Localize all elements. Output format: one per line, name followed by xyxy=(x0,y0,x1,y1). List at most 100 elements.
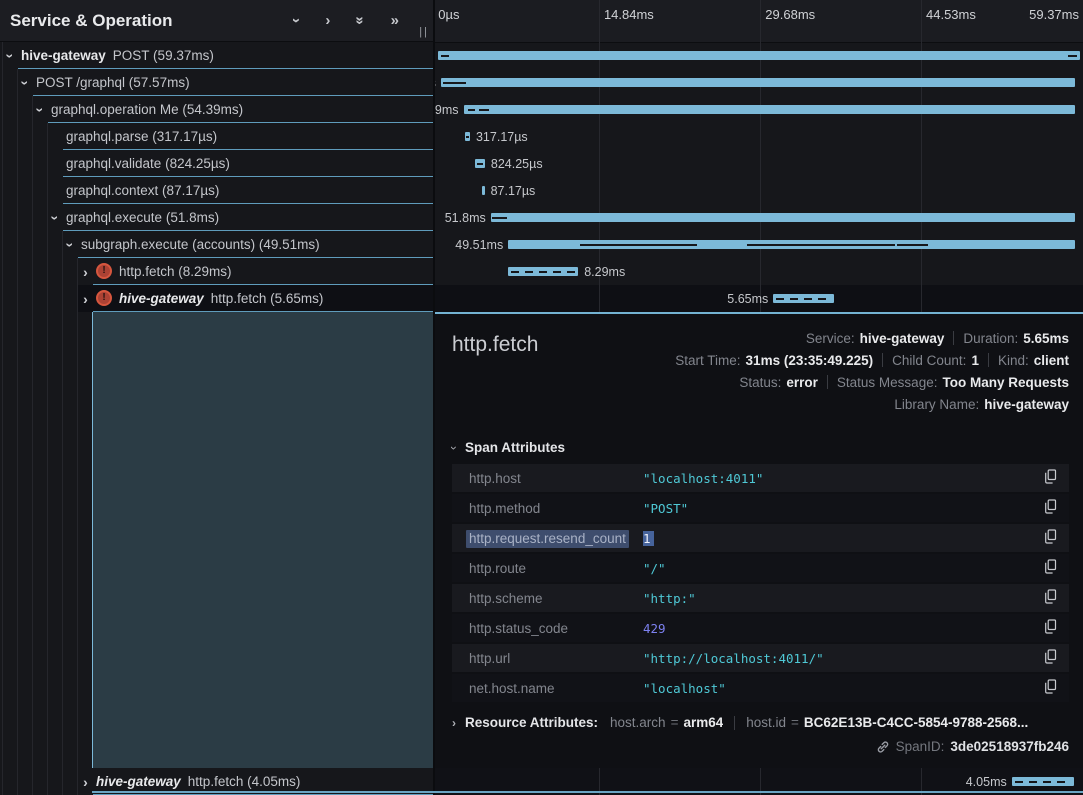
span-duration-bar[interactable] xyxy=(465,132,470,141)
copy-attribute-button[interactable] xyxy=(1044,589,1057,607)
meta-label: Duration: xyxy=(963,331,1018,346)
meta-label: Kind: xyxy=(998,353,1029,368)
equals-sign: = xyxy=(791,715,799,730)
link-icon[interactable] xyxy=(876,740,890,754)
meta-divider xyxy=(953,331,954,345)
copy-attribute-button[interactable] xyxy=(1044,619,1057,637)
span-tree-row[interactable]: ›!hive-gatewayhttp.fetch (5.65ms) xyxy=(78,285,433,312)
copy-attribute-button[interactable] xyxy=(1044,469,1057,487)
meta-label: Library Name: xyxy=(894,397,979,412)
attribute-row: http.method"POST" xyxy=(452,494,1069,522)
indent-guide xyxy=(2,42,3,795)
span-tree-row[interactable]: ›hive-gatewayPOST (59.37ms) xyxy=(3,42,433,69)
duration-label: 824.25µs xyxy=(491,157,543,171)
collapse-all-button[interactable]: » xyxy=(356,13,364,28)
attribute-row: net.host.name"localhost" xyxy=(452,674,1069,702)
span-duration-bar[interactable] xyxy=(438,51,1080,60)
panel-resize-handle[interactable]: || xyxy=(419,26,429,38)
span-row-content: POST /graphql (57.57ms) xyxy=(33,69,433,96)
expand-all-button[interactable]: » xyxy=(391,13,399,28)
span-tree-row[interactable]: graphql.context (87.17µs) xyxy=(48,177,433,204)
attribute-value: "localhost:4011" xyxy=(643,471,1044,486)
double-chevron-right-icon: » xyxy=(391,13,399,28)
resource-attributes-row[interactable]: › Resource Attributes: host.arch=arm64ho… xyxy=(452,715,1069,730)
span-duration-bar[interactable] xyxy=(491,213,1075,222)
child-span-mark xyxy=(492,217,507,219)
span-detail-panel: http.fetch Service:hive-gatewayDuration:… xyxy=(435,312,1083,768)
expander-chevron-right-icon[interactable]: › xyxy=(78,285,93,312)
expander-spacer xyxy=(48,123,63,150)
expander-chevron-down-icon[interactable]: › xyxy=(48,204,63,231)
attribute-key: net.host.name xyxy=(469,681,643,696)
span-tree-row[interactable]: ›!http.fetch (8.29ms) xyxy=(78,258,433,285)
clipboard-icon xyxy=(1044,649,1057,667)
attribute-value-text: 1 xyxy=(643,531,654,546)
span-duration-bar[interactable] xyxy=(773,294,834,303)
span-duration-bar[interactable] xyxy=(475,159,485,168)
expander-chevron-right-icon[interactable]: › xyxy=(78,258,93,285)
timeline-tick-label: 59.37ms xyxy=(1029,7,1079,22)
span-row-content: hive-gatewayPOST (59.37ms) xyxy=(18,42,433,69)
span-row-content: subgraph.execute (accounts) (49.51ms) xyxy=(78,231,433,258)
timeline-tick-label: 44.53ms xyxy=(926,7,976,22)
span-id-label: SpanID: xyxy=(896,739,945,754)
span-duration-bar[interactable] xyxy=(482,186,484,195)
copy-attribute-button[interactable] xyxy=(1044,559,1057,577)
expander-chevron-down-icon[interactable]: › xyxy=(3,42,18,69)
double-chevron-down-icon: » xyxy=(353,16,368,24)
timeline-row: 49.51ms xyxy=(435,231,1083,258)
chevron-down-icon: › xyxy=(62,242,78,247)
span-duration-bar[interactable] xyxy=(1012,777,1074,786)
span-attributes-toggle[interactable]: › Span Attributes xyxy=(452,440,1069,455)
span-tree-row[interactable]: ›subgraph.execute (accounts) (49.51ms) xyxy=(63,231,433,258)
span-service-name: hive-gateway xyxy=(96,774,181,789)
span-operation-label: http.fetch (4.05ms) xyxy=(188,774,301,789)
span-tree-row[interactable]: ›graphql.execute (51.8ms) xyxy=(48,204,433,231)
copy-attribute-button[interactable] xyxy=(1044,499,1057,517)
span-duration-bar[interactable] xyxy=(441,78,1075,87)
expander-chevron-right-icon[interactable]: › xyxy=(78,768,93,795)
span-duration-bar[interactable] xyxy=(508,267,578,276)
timeline-tick-label: 0µs xyxy=(438,7,459,22)
span-row-content: !hive-gatewayhttp.fetch (5.65ms) xyxy=(93,285,433,312)
meta-label: Status Message: xyxy=(837,375,938,390)
span-detail-meta: Service:hive-gatewayDuration:5.65msStart… xyxy=(675,327,1069,415)
attribute-key: http.scheme xyxy=(469,591,643,606)
timeline-row: 317.17µs xyxy=(435,123,1083,150)
expander-chevron-down-icon[interactable]: › xyxy=(33,96,48,123)
resource-divider xyxy=(734,716,735,730)
copy-attribute-button[interactable] xyxy=(1044,529,1057,547)
attribute-value-text: "http://localhost:4011/" xyxy=(643,651,824,666)
copy-attribute-button[interactable] xyxy=(1044,649,1057,667)
duration-label: 51.8ms xyxy=(445,211,486,225)
chevron-down-icon: › xyxy=(47,215,63,220)
span-tree-row[interactable]: graphql.parse (317.17µs) xyxy=(48,123,433,150)
copy-attribute-button[interactable] xyxy=(1044,679,1057,697)
span-row-content: graphql.parse (317.17µs) xyxy=(63,123,433,150)
span-operation-label: graphql.operation Me (54.39ms) xyxy=(51,102,243,117)
attribute-key: http.route xyxy=(469,561,643,576)
expander-chevron-down-icon[interactable]: › xyxy=(63,231,78,258)
collapse-one-button[interactable]: › xyxy=(294,13,299,28)
span-row-content: graphql.operation Me (54.39ms) xyxy=(48,96,433,123)
span-tree-row[interactable]: ›POST /graphql (57.57ms) xyxy=(18,69,433,96)
chevron-down-icon: › xyxy=(289,18,304,23)
span-duration-bar[interactable] xyxy=(464,105,1076,114)
timeline-panel: 57.57ms54.39ms317.17µs824.25µs87.17µs51.… xyxy=(435,0,1083,795)
duration-label: 5.65ms xyxy=(727,292,768,306)
duration-label: 8.29ms xyxy=(584,265,625,279)
span-duration-bar[interactable] xyxy=(508,240,1075,249)
span-tree-row[interactable]: ›graphql.operation Me (54.39ms) xyxy=(33,96,433,123)
expand-one-button[interactable]: › xyxy=(325,13,330,28)
trace-viewer: ›hive-gatewayPOST (59.37ms)›POST /graphq… xyxy=(0,0,1083,795)
timeline-row: 54.39ms xyxy=(435,96,1083,123)
span-id-row: SpanID: 3de02518937fb246 xyxy=(452,739,1069,754)
attribute-value-text: "http:" xyxy=(643,591,696,606)
chevron-right-icon: › xyxy=(83,264,88,280)
meta-value: 5.65ms xyxy=(1023,331,1069,346)
duration-label: 317.17µs xyxy=(476,130,528,144)
child-span-mark xyxy=(466,136,469,138)
expander-chevron-down-icon[interactable]: › xyxy=(18,69,33,96)
timeline-row: 57.57ms xyxy=(435,69,1083,96)
span-tree-row[interactable]: graphql.validate (824.25µs) xyxy=(48,150,433,177)
